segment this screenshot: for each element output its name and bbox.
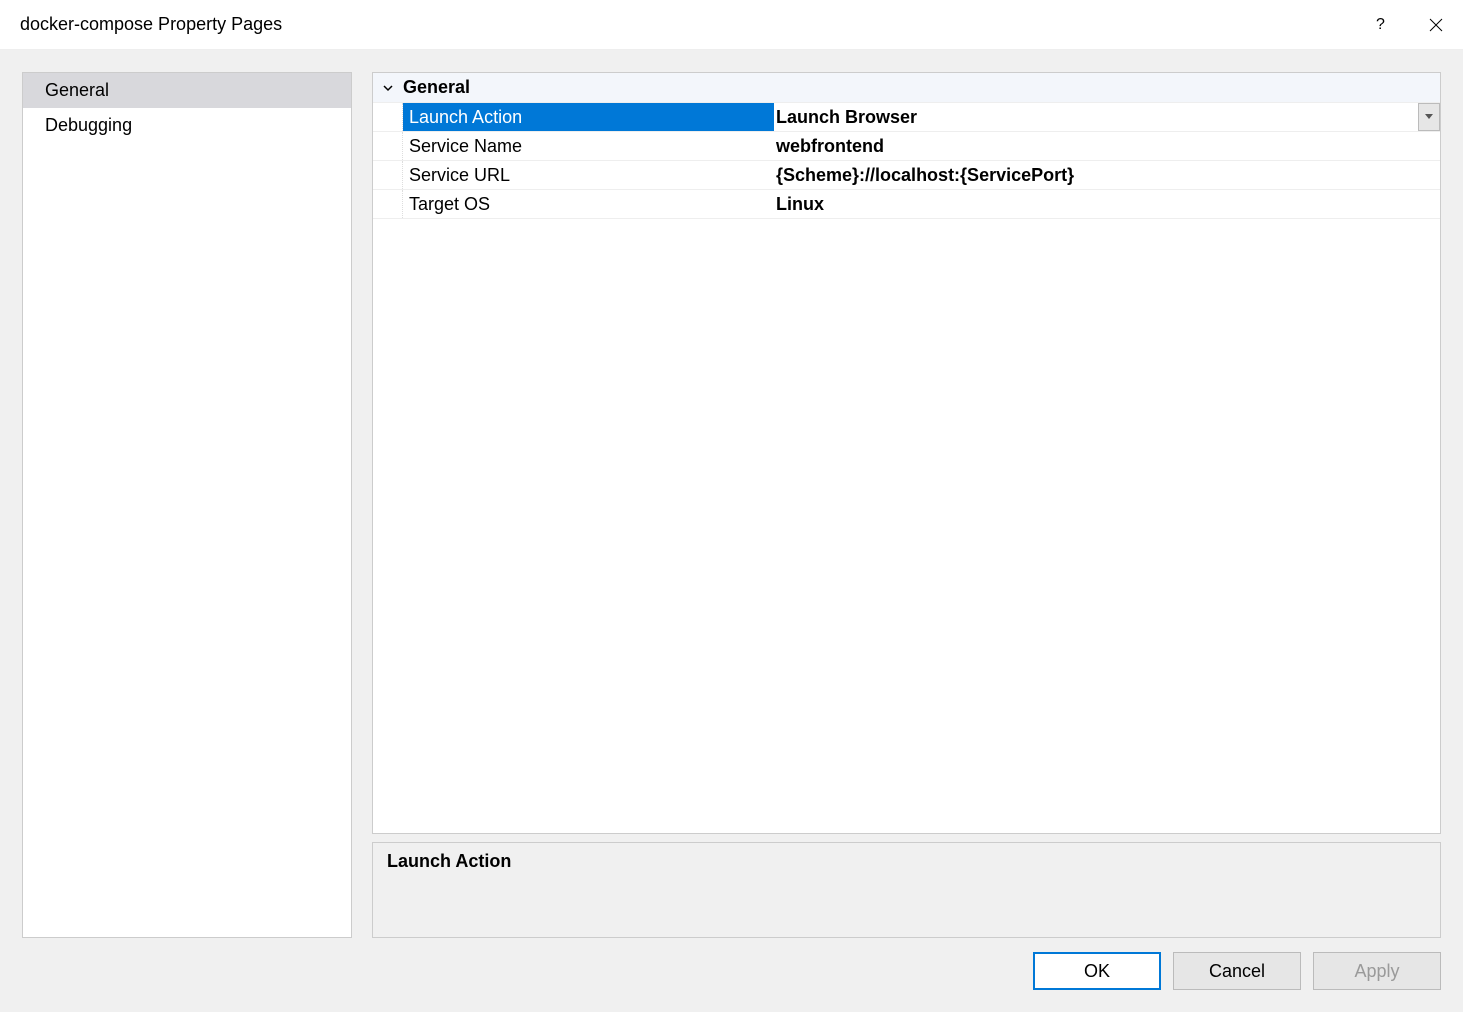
- close-button[interactable]: [1408, 0, 1463, 49]
- dialog-body: General Debugging General Launch Action: [0, 50, 1463, 1012]
- property-value: webfrontend: [774, 136, 884, 157]
- window-title: docker-compose Property Pages: [20, 14, 282, 35]
- description-title: Launch Action: [387, 851, 1426, 872]
- close-icon: [1429, 18, 1443, 32]
- help-icon: ?: [1376, 16, 1385, 34]
- property-row-launch-action[interactable]: Launch Action Launch Browser: [373, 103, 1440, 132]
- property-gutter: [373, 161, 403, 189]
- sidebar-item-debugging[interactable]: Debugging: [23, 108, 351, 143]
- property-value-cell[interactable]: webfrontend: [774, 132, 1440, 160]
- property-group-header[interactable]: General: [373, 73, 1440, 103]
- sidebar-item-label: Debugging: [45, 115, 132, 135]
- property-grid: General Launch Action Launch Browser: [372, 72, 1441, 834]
- button-label: Cancel: [1209, 961, 1265, 982]
- button-label: OK: [1084, 961, 1110, 982]
- property-value: Launch Browser: [774, 107, 917, 128]
- property-row-service-name[interactable]: Service Name webfrontend: [373, 132, 1440, 161]
- expand-collapse-button[interactable]: [373, 82, 403, 94]
- property-gutter: [373, 190, 403, 218]
- property-row-service-url[interactable]: Service URL {Scheme}://localhost:{Servic…: [373, 161, 1440, 190]
- category-sidebar: General Debugging: [22, 72, 352, 938]
- property-label: Service Name: [403, 132, 774, 160]
- chevron-down-icon: [382, 82, 394, 94]
- property-row-target-os[interactable]: Target OS Linux: [373, 190, 1440, 219]
- property-label: Target OS: [403, 190, 774, 218]
- property-label: Launch Action: [403, 103, 774, 131]
- window-controls: ?: [1353, 0, 1463, 49]
- apply-button[interactable]: Apply: [1313, 952, 1441, 990]
- property-value-cell[interactable]: Launch Browser: [774, 103, 1440, 131]
- chevron-down-icon: [1425, 114, 1433, 120]
- cancel-button[interactable]: Cancel: [1173, 952, 1301, 990]
- help-button[interactable]: ?: [1353, 0, 1408, 49]
- property-value-cell[interactable]: {Scheme}://localhost:{ServicePort}: [774, 161, 1440, 189]
- property-dropdown-button[interactable]: [1418, 103, 1440, 131]
- dialog-button-row: OK Cancel Apply: [22, 938, 1441, 990]
- property-value: {Scheme}://localhost:{ServicePort}: [774, 165, 1074, 186]
- sidebar-item-label: General: [45, 80, 109, 100]
- sidebar-item-general[interactable]: General: [23, 73, 351, 108]
- property-label: Service URL: [403, 161, 774, 189]
- property-value-cell[interactable]: Linux: [774, 190, 1440, 218]
- property-gutter: [373, 103, 403, 131]
- content-row: General Debugging General Launch Action: [22, 72, 1441, 938]
- property-value: Linux: [774, 194, 824, 215]
- property-group-title: General: [403, 77, 470, 98]
- button-label: Apply: [1354, 961, 1399, 982]
- ok-button[interactable]: OK: [1033, 952, 1161, 990]
- titlebar: docker-compose Property Pages ?: [0, 0, 1463, 50]
- main-panel: General Launch Action Launch Browser: [372, 72, 1441, 938]
- description-panel: Launch Action: [372, 842, 1441, 938]
- property-gutter: [373, 132, 403, 160]
